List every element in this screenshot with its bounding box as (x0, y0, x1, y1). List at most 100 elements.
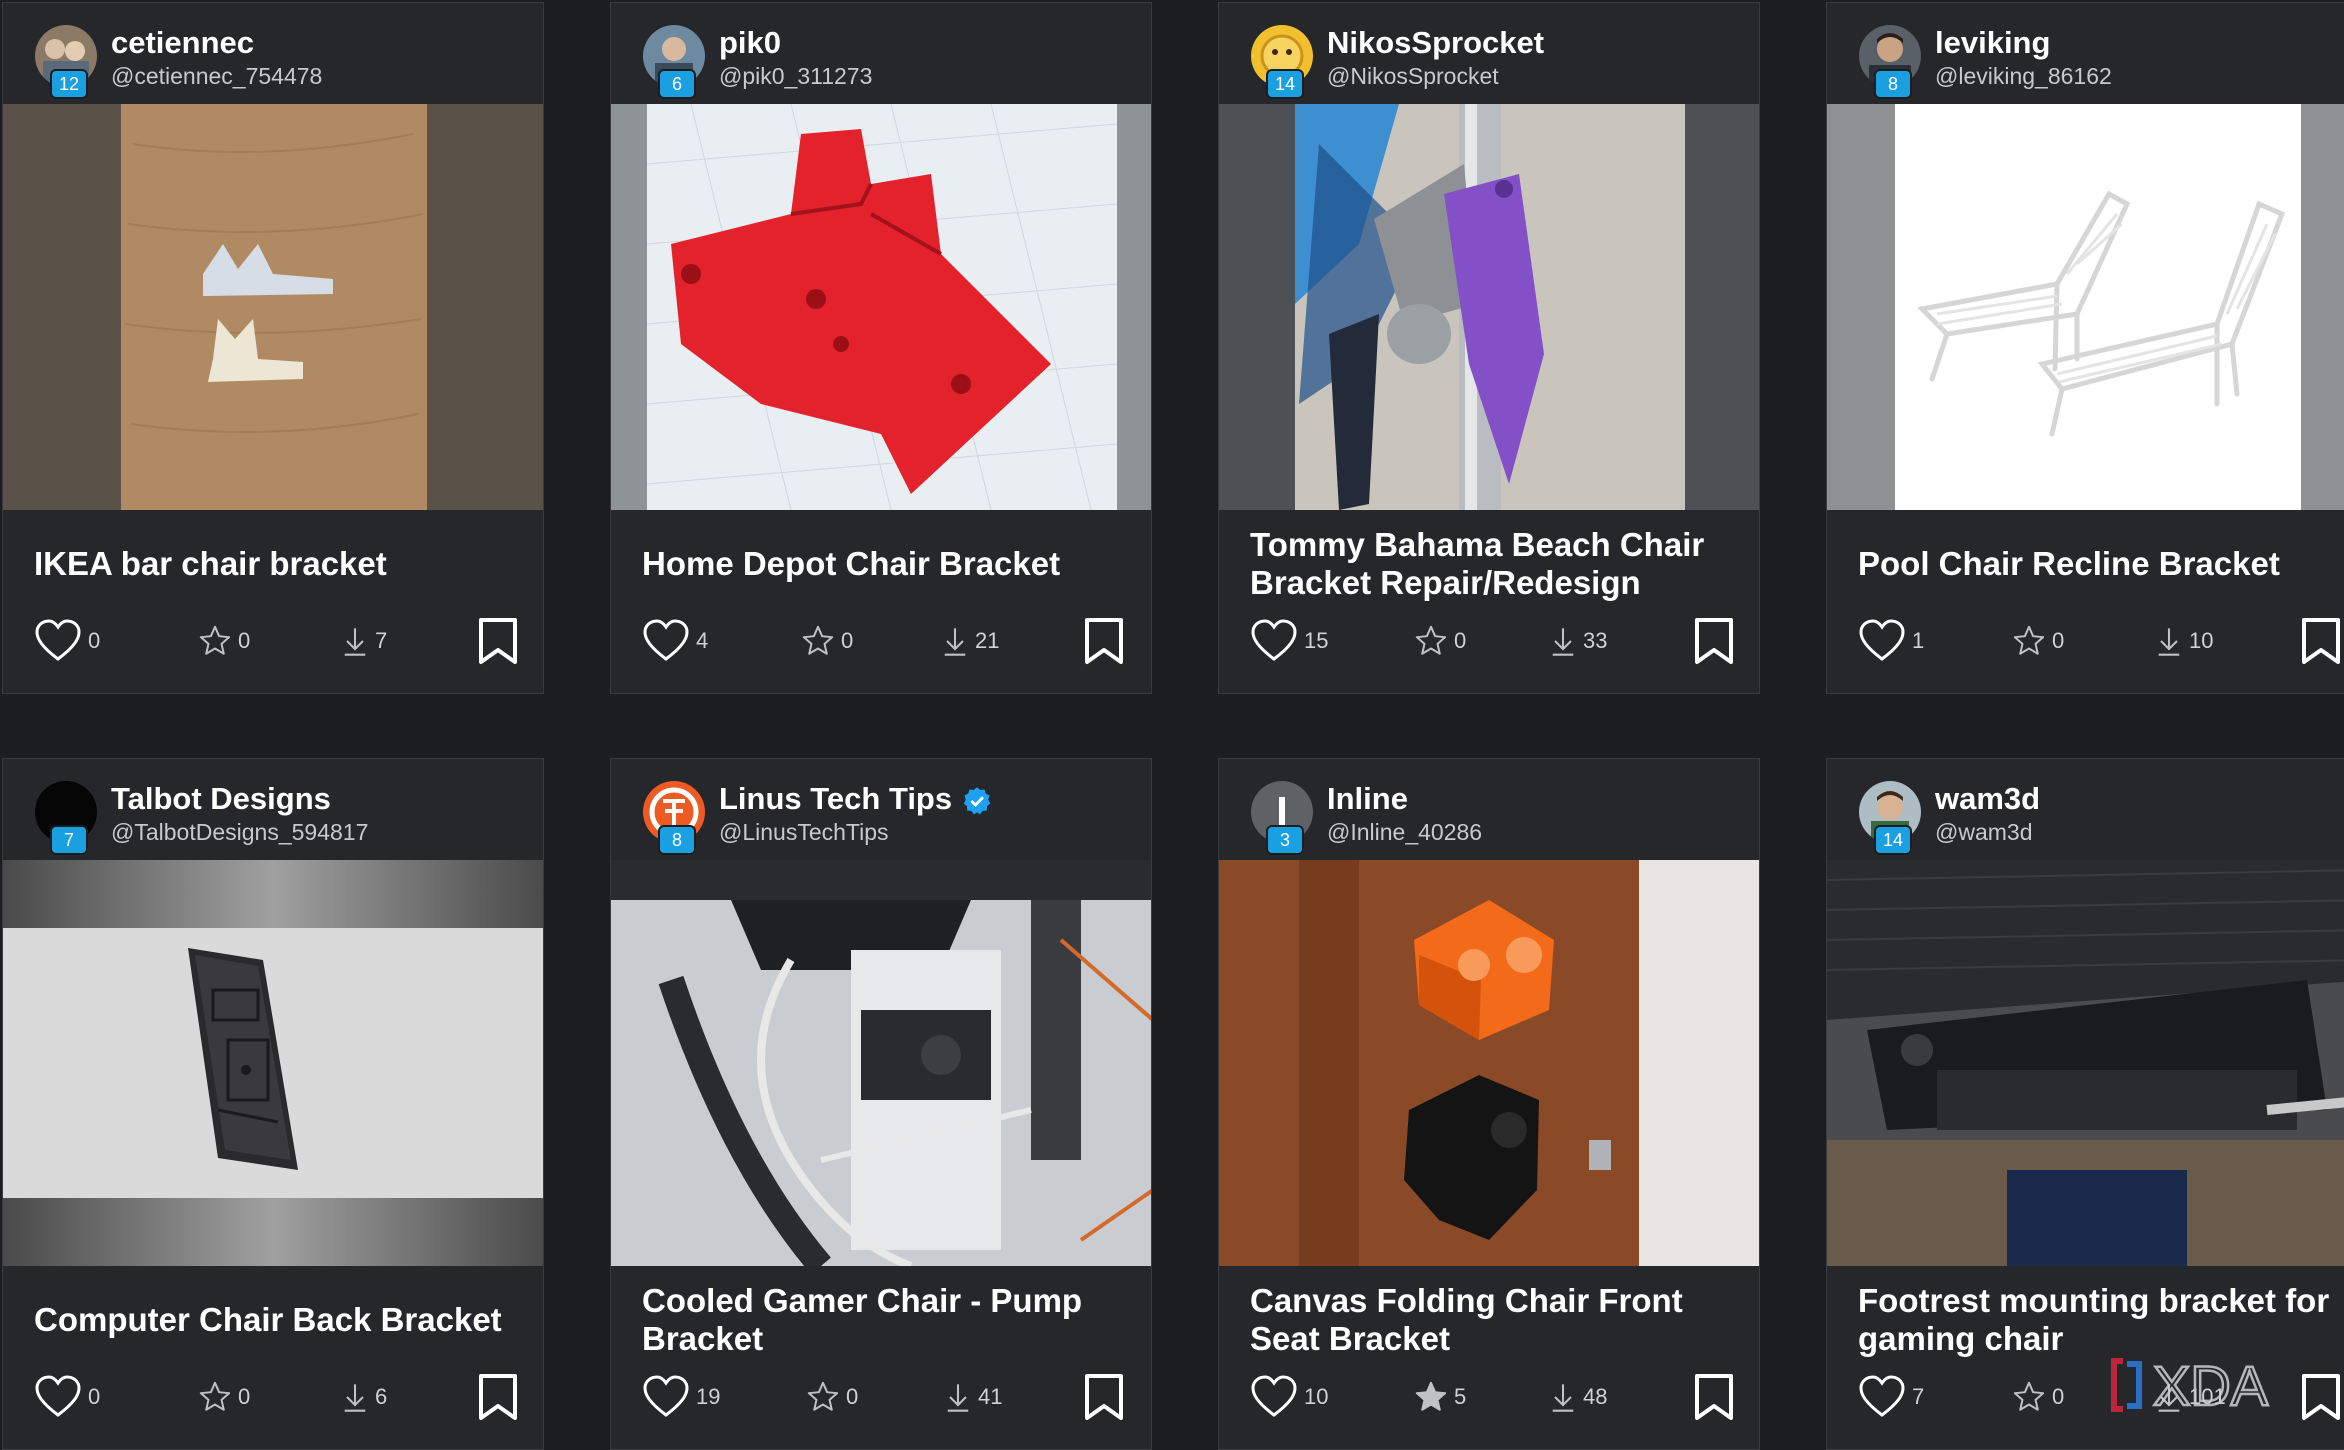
star-icon (2013, 1381, 2045, 1411)
star-button[interactable]: 0 (198, 1369, 250, 1425)
model-title[interactable]: Home Depot Chair Bracket (642, 545, 1139, 583)
model-title[interactable]: Pool Chair Recline Bracket (1858, 545, 2344, 583)
star-icon (199, 1381, 231, 1411)
model-card[interactable]: 6 pik0 @pik0_311273 Home Depot Chair Bra… (610, 2, 1152, 694)
model-title[interactable]: Computer Chair Back Bracket (34, 1301, 531, 1339)
model-card[interactable]: 7 Talbot Designs @TalbotDesigns_594817 C… (2, 758, 544, 1450)
star-button[interactable]: 0 (2012, 1369, 2064, 1425)
star-button[interactable]: 5 (1414, 1369, 1466, 1425)
model-thumbnail[interactable] (3, 860, 543, 1266)
like-button[interactable]: 0 (34, 613, 100, 669)
star-icon (2013, 625, 2045, 655)
like-button[interactable]: 1 (1858, 613, 1924, 669)
user-name[interactable]: NikosSprocket (1327, 25, 1544, 61)
bookmark-icon[interactable] (478, 617, 518, 665)
model-thumbnail[interactable] (611, 104, 1151, 510)
card-header: 8 leviking @leviking_86162 (1827, 3, 2344, 104)
star-button[interactable]: 0 (198, 613, 250, 669)
user-name[interactable]: Linus Tech Tips (719, 781, 992, 817)
user-name[interactable]: Talbot Designs (111, 781, 331, 817)
download-button[interactable]: 10 (2155, 613, 2213, 669)
heart-icon (1859, 619, 1905, 661)
user-handle[interactable]: @NikosSprocket (1327, 63, 1499, 90)
download-button[interactable]: 48 (1549, 1369, 1607, 1425)
verified-check-icon (963, 787, 991, 815)
bookmark-icon[interactable] (1694, 1373, 1734, 1421)
like-button[interactable]: 15 (1250, 613, 1328, 669)
like-count: 4 (696, 628, 709, 653)
download-count: 48 (1583, 1384, 1608, 1409)
model-thumbnail[interactable] (1827, 860, 2344, 1266)
download-button[interactable]: 7 (341, 613, 387, 669)
card-header: 14 wam3d @wam3d (1827, 759, 2344, 860)
model-card[interactable]: 3 Inline @Inline_40286 Canvas Folding Ch… (1218, 758, 1760, 1450)
model-thumbnail[interactable] (1219, 860, 1759, 1266)
download-button[interactable]: 6 (341, 1369, 387, 1425)
bookmark-icon[interactable] (478, 1373, 518, 1421)
user-handle[interactable]: @LinusTechTips (719, 819, 889, 846)
bookmark-icon[interactable] (1694, 617, 1734, 665)
stats-bar: 15 0 33 (1219, 613, 1759, 669)
like-button[interactable]: 10 (1250, 1369, 1328, 1425)
download-icon (344, 628, 366, 656)
heart-icon (643, 1375, 689, 1417)
bookmark-icon[interactable] (1084, 617, 1124, 665)
star-button[interactable]: 0 (1414, 613, 1466, 669)
model-card[interactable]: 12 cetiennec @cetiennec_754478 IKEA bar … (2, 2, 544, 694)
model-thumbnail[interactable] (3, 104, 543, 510)
heart-icon (1859, 1375, 1905, 1417)
download-button[interactable]: 21 (941, 613, 999, 669)
user-name[interactable]: cetiennec (111, 25, 254, 61)
like-button[interactable]: 4 (642, 613, 708, 669)
bookmark-icon[interactable] (1084, 1373, 1124, 1421)
user-handle[interactable]: @Inline_40286 (1327, 819, 1482, 846)
download-count: 7 (375, 628, 388, 653)
like-button[interactable]: 19 (642, 1369, 720, 1425)
model-card[interactable]: 14 wam3d @wam3d Footrest mounting bracke… (1826, 758, 2344, 1450)
model-title[interactable]: Canvas Folding Chair Front Seat Bracket (1250, 1282, 1747, 1358)
star-button[interactable]: 0 (801, 613, 853, 669)
model-title[interactable]: IKEA bar chair bracket (34, 545, 531, 583)
model-card[interactable]: 8 leviking @leviking_86162 Pool Chair Re… (1826, 2, 2344, 694)
download-button[interactable]: 33 (1549, 613, 1607, 669)
user-handle[interactable]: @TalbotDesigns_594817 (111, 819, 368, 846)
heart-icon (1251, 619, 1297, 661)
download-count: 6 (375, 1384, 388, 1409)
xda-watermark: XDA (2105, 1350, 2335, 1420)
level-badge: 14 (1266, 69, 1304, 99)
model-title[interactable]: Tommy Bahama Beach Chair Bracket Repair/… (1250, 526, 1747, 602)
user-name[interactable]: Inline (1327, 781, 1408, 817)
user-handle[interactable]: @leviking_86162 (1935, 63, 2112, 90)
download-count: 10 (2189, 628, 2214, 653)
level-badge: 12 (50, 69, 88, 99)
like-button[interactable]: 0 (34, 1369, 100, 1425)
star-button[interactable]: 0 (2012, 613, 2064, 669)
star-icon (1415, 1381, 1447, 1411)
card-header: 3 Inline @Inline_40286 (1219, 759, 1759, 860)
stats-bar: 1 0 10 (1827, 613, 2344, 669)
model-card[interactable]: 14 NikosSprocket @NikosSprocket Tommy Ba… (1218, 2, 1760, 694)
model-thumbnail[interactable] (1219, 104, 1759, 510)
card-header: 12 cetiennec @cetiennec_754478 (3, 3, 543, 104)
user-name[interactable]: pik0 (719, 25, 781, 61)
model-title[interactable]: Cooled Gamer Chair - Pump Bracket (642, 1282, 1139, 1358)
user-handle[interactable]: @wam3d (1935, 819, 2033, 846)
download-button[interactable]: 41 (944, 1369, 1002, 1425)
user-handle[interactable]: @pik0_311273 (719, 63, 872, 90)
model-thumbnail[interactable] (1827, 104, 2344, 510)
user-handle[interactable]: @cetiennec_754478 (111, 63, 322, 90)
user-name[interactable]: leviking (1935, 25, 2050, 61)
stats-bar: 4 0 21 (611, 613, 1151, 669)
model-title[interactable]: Footrest mounting bracket for gaming cha… (1858, 1282, 2344, 1358)
star-button[interactable]: 0 (806, 1369, 858, 1425)
model-card[interactable]: 8 Linus Tech Tips @LinusTechTips Cooled … (610, 758, 1152, 1450)
model-thumbnail[interactable] (611, 860, 1151, 1266)
star-icon (1415, 625, 1447, 655)
user-name[interactable]: wam3d (1935, 781, 2040, 817)
download-icon (2158, 628, 2180, 656)
user-name-text: Linus Tech Tips (719, 781, 953, 816)
bookmark-icon[interactable] (2301, 617, 2341, 665)
level-badge: 3 (1266, 825, 1304, 855)
like-button[interactable]: 7 (1858, 1369, 1924, 1425)
like-count: 10 (1304, 1384, 1329, 1409)
